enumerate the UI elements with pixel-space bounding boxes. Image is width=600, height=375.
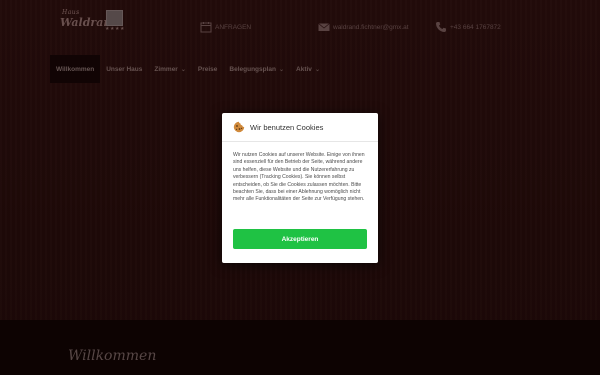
cookie-icon [233,121,245,133]
cookie-consent-dialog: Wir benutzen Cookies Wir nutzen Cookies … [222,113,378,263]
divider [222,141,378,142]
cookie-dialog-body: Wir nutzen Cookies auf unserer Website. … [233,152,365,203]
cookie-dialog-title: Wir benutzen Cookies [250,122,324,132]
accept-cookies-button[interactable]: Akzeptieren [233,229,367,249]
cookie-dialog-header: Wir benutzen Cookies [233,121,323,133]
